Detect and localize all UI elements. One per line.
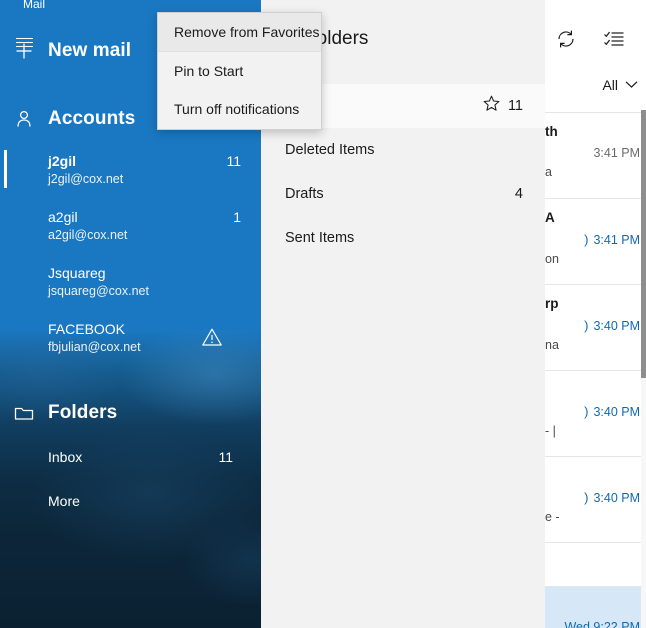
message-sender: th [545,124,558,139]
message-list-item[interactable]: Wed 9:22 PM [545,586,646,628]
message-list-item[interactable]: th 3:41 PM a [545,112,646,198]
sidebar-folder-item[interactable]: Inbox 11 [0,435,261,479]
context-menu-item[interactable]: Remove from Favorites [158,13,321,52]
plus-icon [0,41,48,61]
message-sender [545,598,640,615]
message-timestamp: 3:41 PM [593,146,640,160]
message-filter-label: All [602,77,618,93]
context-menu: Remove from Favorites Pin to Start Turn of… [157,12,322,130]
folders-header[interactable]: Folders [0,391,261,435]
selection-mode-icon[interactable] [603,28,625,55]
message-timestamp: 3:41 PM [593,233,640,247]
folders-label: Folders [48,402,118,423]
message-preview: - | [545,424,556,438]
context-menu-item-label: Pin to Start [174,63,244,79]
context-menu-item-label: Remove from Favorites [174,24,320,40]
sidebar-folders-list: Inbox 11 More [0,435,261,523]
sidebar-folder-label: Inbox [48,449,83,465]
message-subject: ) [584,404,589,419]
account-email: jsquareg@cox.net [48,283,149,298]
context-menu-item-label: Turn off notifications [174,101,300,117]
folder-unread-count: 11 [507,98,523,114]
message-list: th 3:41 PM a A) 3:41 PM on rp) 3:40 PM na) 3:40 P… [545,112,646,628]
folder-row[interactable]: Drafts 4 [261,172,545,216]
message-subject: ) [584,232,589,247]
account-item[interactable]: FACEBOOK fbjulian@cox.net [0,309,261,365]
message-preview: na [545,338,559,352]
account-item[interactable]: Jsquareg jsquareg@cox.net [0,253,261,309]
message-list-item[interactable] [545,542,646,586]
context-menu-item[interactable]: Turn off notifications [158,90,321,128]
message-preview: on [545,252,559,266]
sync-refresh-icon[interactable] [555,28,577,55]
message-subject: ) [584,318,589,333]
account-item[interactable]: a2gil 1 a2gil@cox.net [0,197,261,253]
message-timestamp: 3:40 PM [593,319,640,333]
message-timestamp: 3:40 PM [593,491,640,505]
message-preview: e - [545,510,560,524]
message-list-scrollbar-thumb[interactable] [641,110,646,378]
accounts-label: Accounts [48,108,136,129]
account-email: a2gil@cox.net [48,227,128,242]
message-sender [545,468,640,485]
sidebar-folder-item[interactable]: More [0,479,261,523]
star-outline-icon[interactable] [483,95,500,117]
folder-label: Sent Items [285,230,355,246]
message-filter-dropdown[interactable]: All [602,76,638,94]
message-list-item[interactable]: A) 3:41 PM on [545,198,646,284]
message-timestamp: Wed 9:22 PM [564,620,640,628]
message-subject: ) [584,490,589,505]
message-list-pane: All th 3:41 PM a A) 3:41 PM on rp) 3:40 PM na) 3:… [545,0,646,628]
message-preview: a [545,165,552,179]
folder-unread-count: 4 [514,186,523,202]
message-sender [545,554,640,571]
account-email: j2gil@cox.net [48,171,124,186]
account-name: FACEBOOK [48,320,126,337]
sidebar-folder-count: 11 [218,449,233,465]
message-list-item[interactable]: ) 3:40 PM - | [545,370,646,456]
accounts-list: j2gil 11 j2gil@cox.net a2gil 1 a2gil@cox.net J… [0,141,261,365]
context-menu-item[interactable]: Pin to Start [158,52,321,90]
message-sender: A [545,210,555,225]
message-list-item[interactable]: rp) 3:40 PM na [545,284,646,370]
folder-label: Drafts [285,186,324,202]
new-mail-label: New mail [48,40,132,61]
message-list-item[interactable]: ) 3:40 PM e - [545,456,646,542]
chevron-down-icon [625,76,638,94]
account-warning-icon[interactable] [201,327,223,352]
account-selection-indicator [4,150,7,188]
account-unread-count: 11 [226,152,241,169]
folder-label: Deleted Items [285,142,375,158]
account-name: a2gil [48,208,78,225]
folder-row[interactable]: Deleted Items [261,128,545,172]
account-item[interactable]: j2gil 11 j2gil@cox.net [0,141,261,197]
mail-app-window: Mail New mail Accounts j2gil 11 j2gil@co… [0,0,646,628]
message-timestamp: 3:40 PM [593,405,640,419]
sidebar-folder-label: More [48,493,80,509]
person-icon [0,109,48,129]
account-name: j2gil [48,152,77,169]
window-title: Mail [23,0,46,11]
message-sender: rp [545,296,559,311]
account-name: Jsquareg [48,264,106,281]
message-sender [545,382,640,399]
message-toolbar [545,0,646,72]
folder-icon [0,404,48,422]
account-unread-count: 1 [233,208,241,225]
folder-row[interactable]: Sent Items [261,216,545,260]
